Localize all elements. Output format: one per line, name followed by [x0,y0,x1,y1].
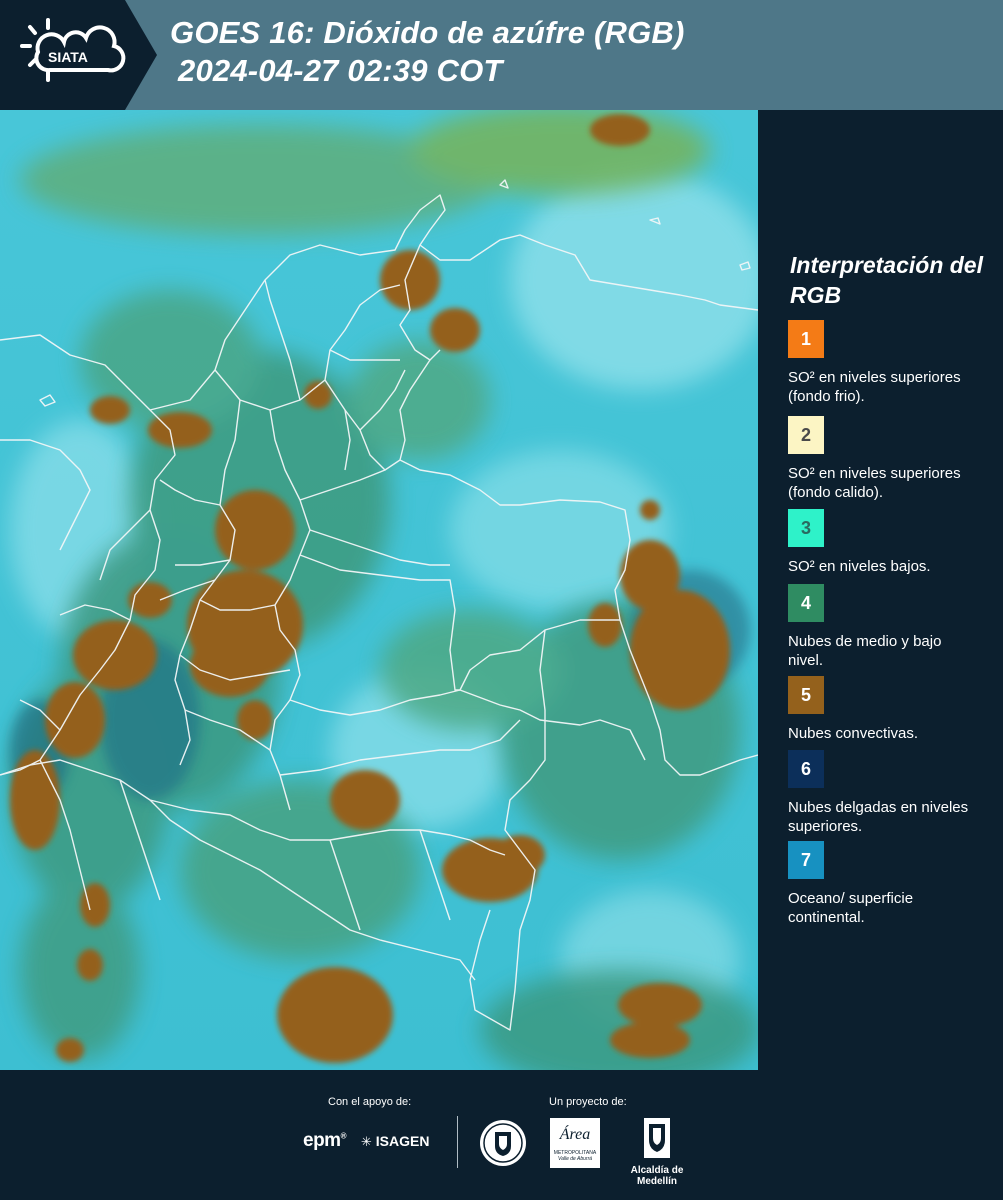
legend-item-7: 7 Oceano/ superficie continental. [788,841,998,927]
legend-swatch-2: 2 [788,416,824,454]
legend-item-6: 6 Nubes delgadas en niveles superiores. [788,750,998,836]
isagen-logo-text: ISAGEN [375,1133,430,1149]
legend-item-3: 3 SO² en niveles bajos. [788,509,998,576]
alcaldia-shield-icon [644,1118,670,1158]
legend-item-1: 1 SO² en niveles superiores (fondo frio)… [788,320,998,406]
satellite-map[interactable] [0,110,758,1070]
legend-item-4: 4 Nubes de medio y bajo nivel. [788,584,998,670]
medellin-seal-icon[interactable] [478,1118,528,1173]
page-title: GOES 16: Dióxido de azúfre (RGB) 2024-04… [170,14,685,90]
alcaldia-medellin-logo[interactable]: Alcaldía de Medellín [612,1118,702,1187]
legend-label-6: Nubes delgadas en niveles superiores. [788,799,969,835]
siata-logo[interactable]: SIATA [0,0,160,110]
legend-label-7: Oceano/ superficie continental. [788,890,914,926]
project-label: Un proyecto de: [549,1096,627,1108]
isagen-mark-icon: ✳ [361,1134,372,1149]
area-metropolitana-logo[interactable]: Área METROPOLITANA Valle de Aburrá [550,1118,600,1168]
epm-logo-text: epm [303,1130,341,1151]
header: SIATA GOES 16: Dióxido de azúfre (RGB) 2… [0,0,1003,110]
legend-item-5: 5 Nubes convectivas. [788,676,998,743]
area-logo-line2: Valle de Aburrá [557,1156,593,1162]
legend-swatch-7: 7 [788,841,824,879]
support-label: Con el apoyo de: [328,1096,412,1108]
alcaldia-logo-text: Alcaldía de Medellín [630,1165,684,1187]
title-line-2: 2024-04-27 02:39 COT [178,53,503,88]
legend-panel: Interpretación del RGB 1 SO² en niveles … [758,110,1003,1070]
legend-label-1: SO² en niveles superiores (fondo frio). [788,369,961,405]
legend-swatch-4: 4 [788,584,824,622]
legend-swatch-3: 3 [788,509,824,547]
legend-label-4: Nubes de medio y bajo nivel. [788,633,942,669]
legend-swatch-1: 1 [788,320,824,358]
legend-title: Interpretación del RGB [790,252,983,308]
legend-label-5: Nubes convectivas. [788,725,919,742]
legend-label-2: SO² en niveles superiores (fondo calido)… [788,465,961,501]
satellite-imagery [0,110,758,1070]
legend-swatch-6: 6 [788,750,824,788]
isagen-logo[interactable]: ✳ ISAGEN [361,1133,429,1150]
title-line-1: GOES 16: Dióxido de azúfre (RGB) [170,15,685,50]
epm-logo[interactable]: epm® [303,1130,347,1152]
siata-logo-text: SIATA [48,49,88,65]
legend-swatch-5: 5 [788,676,824,714]
footer: Con el apoyo de: Un proyecto de: epm® ✳ … [0,1070,1003,1200]
legend-item-2: 2 SO² en niveles superiores (fondo calid… [788,416,998,502]
area-logo-name: Área [559,1126,591,1143]
legend-label-3: SO² en niveles bajos. [788,558,931,575]
footer-divider [457,1116,458,1168]
